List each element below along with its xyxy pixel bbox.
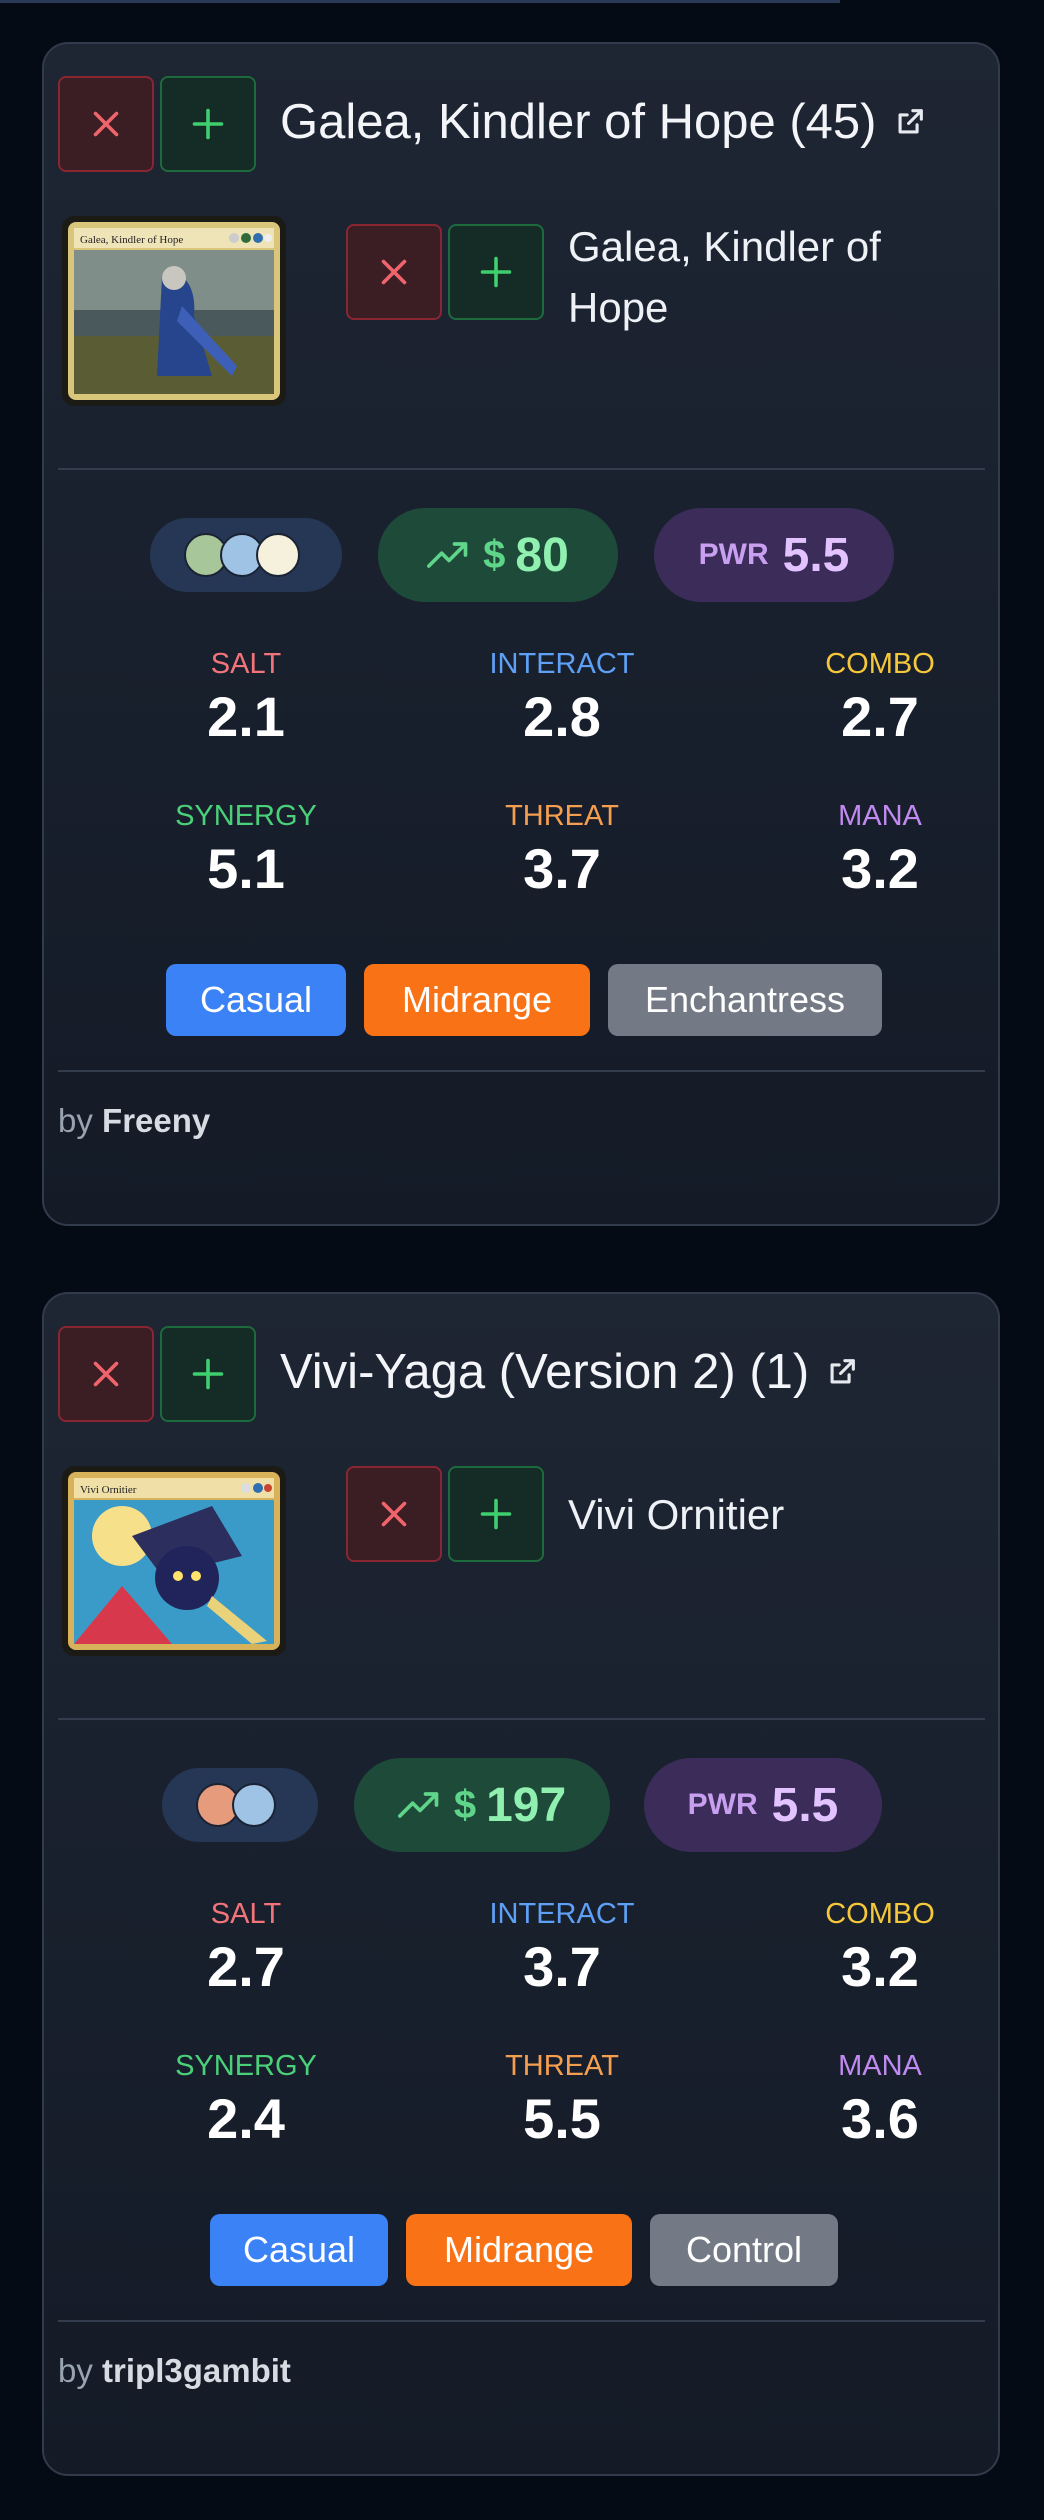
salt-stat: SALT 2.1 bbox=[207, 648, 285, 748]
tag-casual[interactable]: Casual bbox=[210, 2214, 388, 2286]
plus-icon bbox=[192, 108, 224, 140]
remove-commander-button[interactable] bbox=[346, 224, 442, 320]
x-icon bbox=[93, 111, 119, 137]
tag-enchantress[interactable]: Enchantress bbox=[608, 964, 882, 1036]
author-name[interactable]: tripl3gambit bbox=[102, 2352, 291, 2389]
power-badge: PWR 5.5 bbox=[654, 508, 894, 602]
svg-text:Galea, Kindler of Hope: Galea, Kindler of Hope bbox=[80, 234, 183, 246]
x-icon bbox=[381, 259, 407, 285]
deck-title-link[interactable]: Vivi-Yaga (Version 2) (1) bbox=[280, 1344, 859, 1400]
commander-card-image: Vivi Ornitier bbox=[62, 1466, 286, 1656]
commander-name[interactable]: Vivi Ornitier bbox=[568, 1484, 948, 1545]
combo-stat: COMBO 2.7 bbox=[825, 648, 935, 748]
divider bbox=[58, 468, 985, 470]
top-progress-bar bbox=[0, 0, 840, 3]
threat-stat: THREAT 5.5 bbox=[505, 2050, 619, 2150]
add-commander-button[interactable] bbox=[448, 224, 544, 320]
remove-deck-button[interactable] bbox=[58, 1326, 154, 1422]
external-link-icon bbox=[898, 109, 923, 134]
synergy-stat: SYNERGY 2.4 bbox=[175, 2050, 317, 2150]
plus-icon bbox=[480, 256, 512, 288]
x-icon bbox=[381, 1501, 407, 1527]
color-identity-badge bbox=[150, 518, 342, 592]
deck-title-link[interactable]: Galea, Kindler of Hope (45) bbox=[280, 94, 927, 150]
deck-card: Vivi-Yaga (Version 2) (1) Vivi Ornitier … bbox=[42, 1292, 1000, 2476]
svg-text:Vivi Ornitier: Vivi Ornitier bbox=[80, 1484, 137, 1496]
remove-deck-button[interactable] bbox=[58, 76, 154, 172]
plus-icon bbox=[480, 1498, 512, 1530]
combo-stat: COMBO 3.2 bbox=[825, 1898, 935, 1998]
interact-stat: INTERACT 2.8 bbox=[489, 648, 635, 748]
divider bbox=[58, 2320, 985, 2322]
commander-card-image: Galea, Kindler of Hope bbox=[62, 216, 286, 406]
salt-stat: SALT 2.7 bbox=[207, 1898, 285, 1998]
tag-control[interactable]: Control bbox=[650, 2214, 838, 2286]
tag-midrange[interactable]: Midrange bbox=[364, 964, 590, 1036]
plus-icon bbox=[192, 1358, 224, 1390]
remove-commander-button[interactable] bbox=[346, 1466, 442, 1562]
trending-up-icon bbox=[427, 542, 468, 568]
synergy-stat: SYNERGY 5.1 bbox=[175, 800, 317, 900]
deck-card: Galea, Kindler of Hope (45) Galea, Kindl… bbox=[42, 42, 1000, 1226]
power-value: 5.5 bbox=[782, 528, 850, 582]
divider bbox=[58, 1718, 985, 1720]
power-value: 5.5 bbox=[771, 1778, 839, 1832]
add-commander-button[interactable] bbox=[448, 1466, 544, 1562]
add-deck-button[interactable] bbox=[160, 1326, 256, 1422]
author-byline: by tripl3gambit bbox=[58, 2352, 291, 2389]
threat-stat: THREAT 3.7 bbox=[505, 800, 619, 900]
tag-midrange[interactable]: Midrange bbox=[406, 2214, 632, 2286]
x-icon bbox=[93, 1361, 119, 1387]
tag-casual[interactable]: Casual bbox=[166, 964, 346, 1036]
mana-stat: MANA 3.2 bbox=[838, 800, 922, 900]
power-badge: PWR 5.5 bbox=[644, 1758, 882, 1852]
trending-up-icon bbox=[397, 1792, 439, 1818]
deck-title: Galea, Kindler of Hope (45) bbox=[280, 95, 877, 149]
white-mana-icon bbox=[256, 533, 300, 577]
price-badge: $ 197 bbox=[354, 1758, 610, 1852]
external-link-icon bbox=[830, 1359, 856, 1384]
price-badge: $ 80 bbox=[378, 508, 618, 602]
interact-stat: INTERACT 3.7 bbox=[489, 1898, 635, 1998]
author-name[interactable]: Freeny bbox=[102, 1102, 210, 1139]
commander-name[interactable]: Galea, Kindler of Hope bbox=[568, 216, 948, 338]
color-identity-badge bbox=[162, 1768, 318, 1842]
divider bbox=[58, 1070, 985, 1072]
deck-title: Vivi-Yaga (Version 2) (1) bbox=[280, 1345, 810, 1399]
blue-mana-icon bbox=[232, 1783, 276, 1827]
price-value: 197 bbox=[486, 1778, 567, 1832]
mana-stat: MANA 3.6 bbox=[838, 2050, 922, 2150]
add-deck-button[interactable] bbox=[160, 76, 256, 172]
price-value: 80 bbox=[515, 528, 569, 582]
author-byline: by Freeny bbox=[58, 1102, 211, 1139]
